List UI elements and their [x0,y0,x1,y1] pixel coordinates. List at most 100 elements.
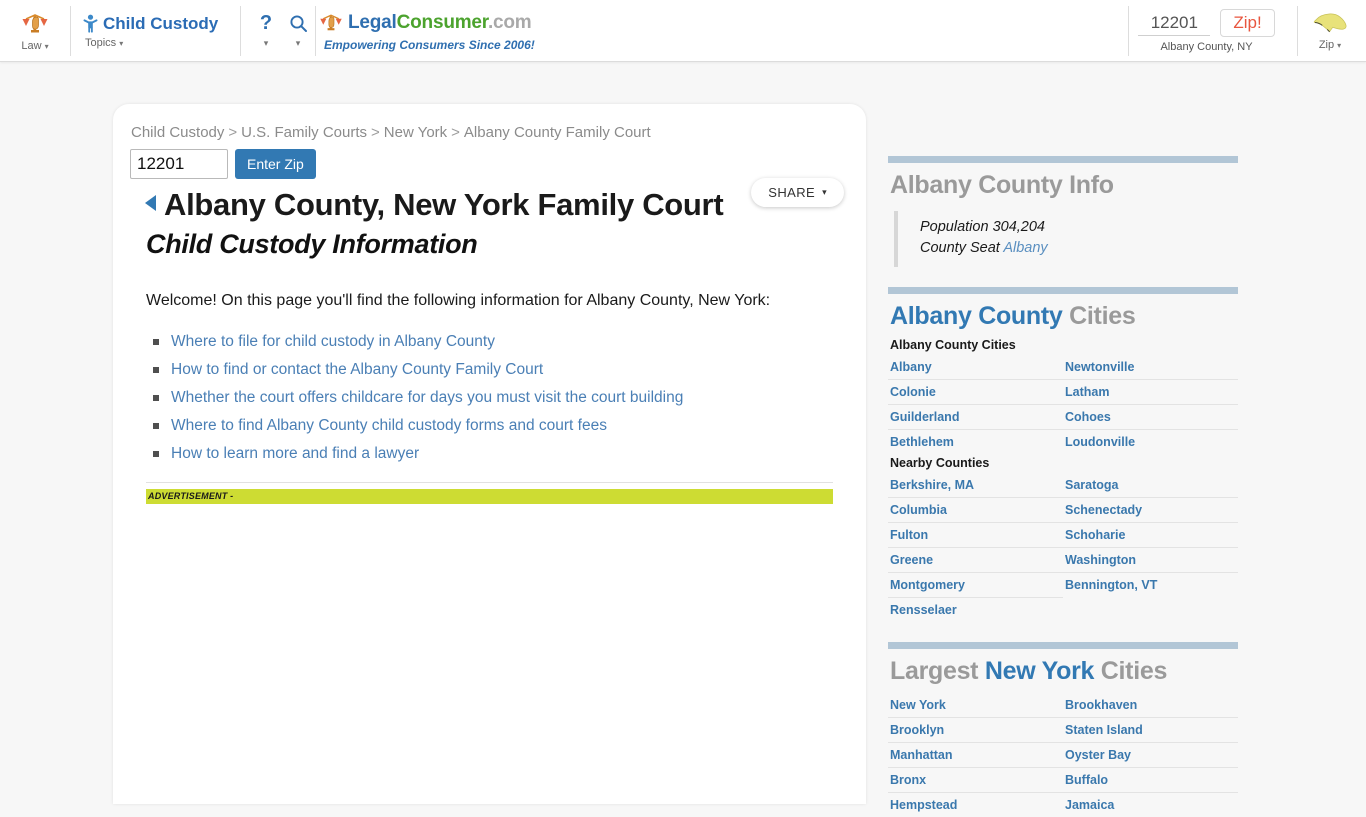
city-link[interactable]: Newtonville [1065,360,1134,374]
city-link[interactable]: Buffalo [1065,773,1108,787]
list-item[interactable]: Where to find Albany County child custod… [150,412,849,440]
header-zip-input[interactable] [1138,11,1210,36]
state-zip-menu[interactable]: Zip ▾ [1298,0,1362,62]
back-triangle-icon[interactable] [145,195,156,211]
county-link[interactable]: Columbia [890,503,947,517]
city-link[interactable]: Jamaica [1065,798,1114,812]
table-row: Montgomery Bennington, VT [888,573,1238,598]
city-link[interactable]: New York [890,698,946,712]
city-link[interactable]: Brooklyn [890,723,944,737]
county-link[interactable]: Schoharie [1065,528,1125,542]
county-info-heading: Albany County Info [890,169,1238,201]
city-link[interactable]: Albany [890,360,932,374]
county-cities-heading-accent: Albany County [890,302,1063,330]
top-navigation-bar: Law ▾ Child Custody Topics ▾ ? ▾ [0,0,1366,62]
city-link[interactable]: Guilderland [890,410,959,424]
nav-topics-dropdown[interactable]: Topics ▾ [83,37,123,49]
nav-divider-3 [315,6,316,56]
list-item[interactable]: How to find or contact the Albany County… [150,356,849,384]
county-link[interactable]: Bennington, VT [1065,578,1157,592]
county-link[interactable]: Montgomery [890,578,965,592]
city-link[interactable]: Latham [1065,385,1109,399]
county-cities-heading-rest: Cities [1069,302,1135,330]
nav-divider-2 [240,6,241,56]
county-link[interactable]: Greene [890,553,933,567]
table-row: Fulton Schoharie [888,523,1238,548]
chevron-down-icon: ▾ [264,38,269,49]
site-logo[interactable]: LegalConsumer.com Empowering Consumers S… [318,0,558,62]
section-divider-bar [888,287,1238,294]
question-mark-icon: ? [260,13,272,33]
header-zip-submit-button[interactable]: Zip! [1220,9,1274,37]
breadcrumb-item-1[interactable]: U.S. Family Courts [241,124,367,141]
table-row: Rensselaer [888,598,1238,623]
breadcrumb-item-2[interactable]: New York [384,124,447,141]
table-row: Bethlehem Loudonville [888,430,1238,455]
sidebar: Albany County Info Population 304,204 Co… [888,156,1238,817]
nav-divider-1 [70,6,71,56]
population-value: 304,204 [993,219,1045,235]
breadcrumb-separator: > [451,124,460,141]
county-link[interactable]: Berkshire, MA [890,478,974,492]
nearby-counties-table: Berkshire, MA Saratoga Columbia Schenect… [888,473,1238,622]
city-link[interactable]: Hempstead [890,798,957,812]
state-zip-label: Zip ▾ [1319,39,1341,51]
city-link[interactable]: Bethlehem [890,435,954,449]
nav-law-menu[interactable]: Law ▾ [6,0,64,62]
county-link[interactable]: Rensselaer [890,603,957,617]
chevron-down-icon: ▾ [45,42,49,51]
chevron-down-icon: ▾ [119,39,123,48]
enter-zip-button[interactable]: Enter Zip [235,149,316,179]
nearby-counties-sublabel: Nearby Counties [890,456,1238,470]
largest-cities-table: New York Brookhaven Brooklyn Staten Isla… [888,693,1238,817]
county-seat-link[interactable]: Albany [1003,240,1047,256]
list-item[interactable]: Whether the court offers childcare for d… [150,384,849,412]
child-person-icon [83,14,98,33]
table-row: Hempstead Jamaica [888,793,1238,817]
city-link[interactable]: Oyster Bay [1065,748,1131,762]
search-icon [289,14,308,33]
chevron-down-icon: ▾ [1337,41,1341,50]
page-heading-block: Albany County, New York Family Court Chi… [130,185,849,263]
nav-topic-title: Child Custody [83,14,218,34]
breadcrumb-item-3[interactable]: Albany County Family Court [464,124,651,141]
county-cities-sublabel: Albany County Cities [890,338,1238,352]
brand-consumer: Consumer [397,12,488,33]
content-divider [146,482,833,483]
county-link[interactable]: Washington [1065,553,1136,567]
county-link[interactable]: Schenectady [1065,503,1142,517]
population-label: Population [920,219,989,235]
city-link[interactable]: Manhattan [890,748,953,762]
breadcrumb-separator: > [228,124,237,141]
nav-law-label: Law ▾ [21,40,48,52]
search-menu-button[interactable]: ▾ [284,0,312,62]
population-line: Population 304,204 [920,217,1238,238]
list-item[interactable]: Where to file for child custody in Alban… [150,328,849,356]
zip-entry-form: Enter Zip [130,149,849,179]
breadcrumb-separator: > [371,124,380,141]
help-menu-button[interactable]: ? ▾ [252,0,280,62]
city-link[interactable]: Cohoes [1065,410,1111,424]
table-row: New York Brookhaven [888,693,1238,718]
table-row: Columbia Schenectady [888,498,1238,523]
breadcrumb-item-0[interactable]: Child Custody [131,124,224,141]
nav-topic-child-custody[interactable]: Child Custody Topics ▾ [75,0,235,62]
city-link[interactable]: Colonie [890,385,936,399]
list-item[interactable]: How to learn more and find a lawyer [150,440,849,468]
county-link[interactable]: Saratoga [1065,478,1119,492]
section-divider-bar [888,642,1238,649]
county-link[interactable]: Fulton [890,528,928,542]
table-row: Colonie Latham [888,380,1238,405]
county-cities-heading: Albany County Cities [890,300,1238,332]
nav-topic-label: Child Custody [103,14,218,34]
city-link[interactable]: Loudonville [1065,435,1135,449]
advertisement-banner: ADVERTISEMENT - [146,489,833,504]
zip-input[interactable] [130,149,228,179]
city-link[interactable]: Bronx [890,773,926,787]
brand-tagline: Empowering Consumers Since 2006! [318,38,535,52]
city-link[interactable]: Staten Island [1065,723,1143,737]
county-cities-table: Albany Newtonville Colonie Latham Guilde… [888,355,1238,454]
city-link[interactable]: Brookhaven [1065,698,1137,712]
table-row: Brooklyn Staten Island [888,718,1238,743]
chevron-down-icon: ▾ [296,38,301,49]
